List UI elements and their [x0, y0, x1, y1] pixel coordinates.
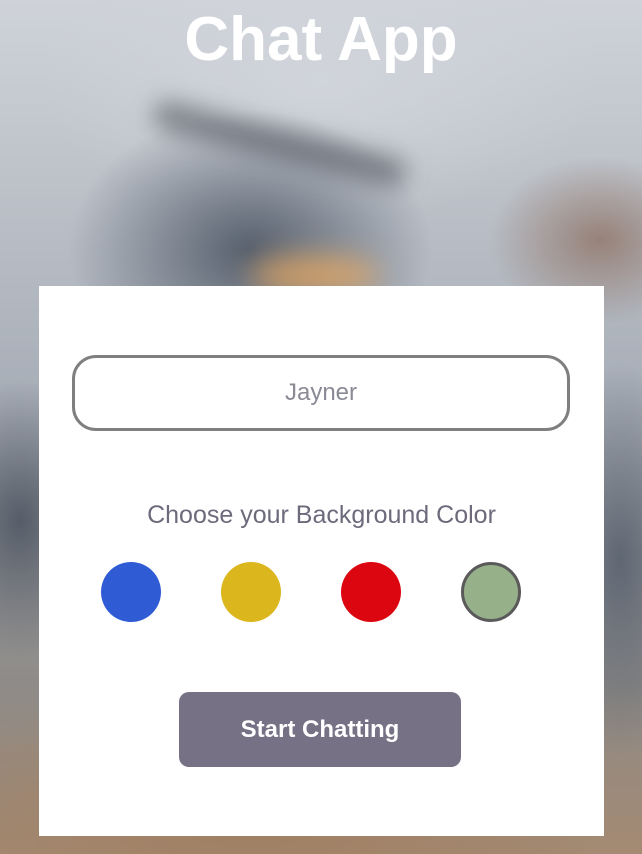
start-form-card: Choose your Background Color Start Chatt…	[39, 286, 604, 836]
app-title: Chat App	[184, 5, 458, 74]
background-color-label: Choose your Background Color	[147, 501, 496, 529]
background-blur-shape	[150, 98, 410, 190]
color-swatch-green[interactable]	[461, 562, 521, 622]
color-swatch-red[interactable]	[341, 562, 401, 622]
color-swatch-blue[interactable]	[101, 562, 161, 622]
start-chatting-button[interactable]: Start Chatting	[179, 692, 461, 767]
color-swatch-yellow[interactable]	[221, 562, 281, 622]
name-input[interactable]	[72, 355, 570, 431]
